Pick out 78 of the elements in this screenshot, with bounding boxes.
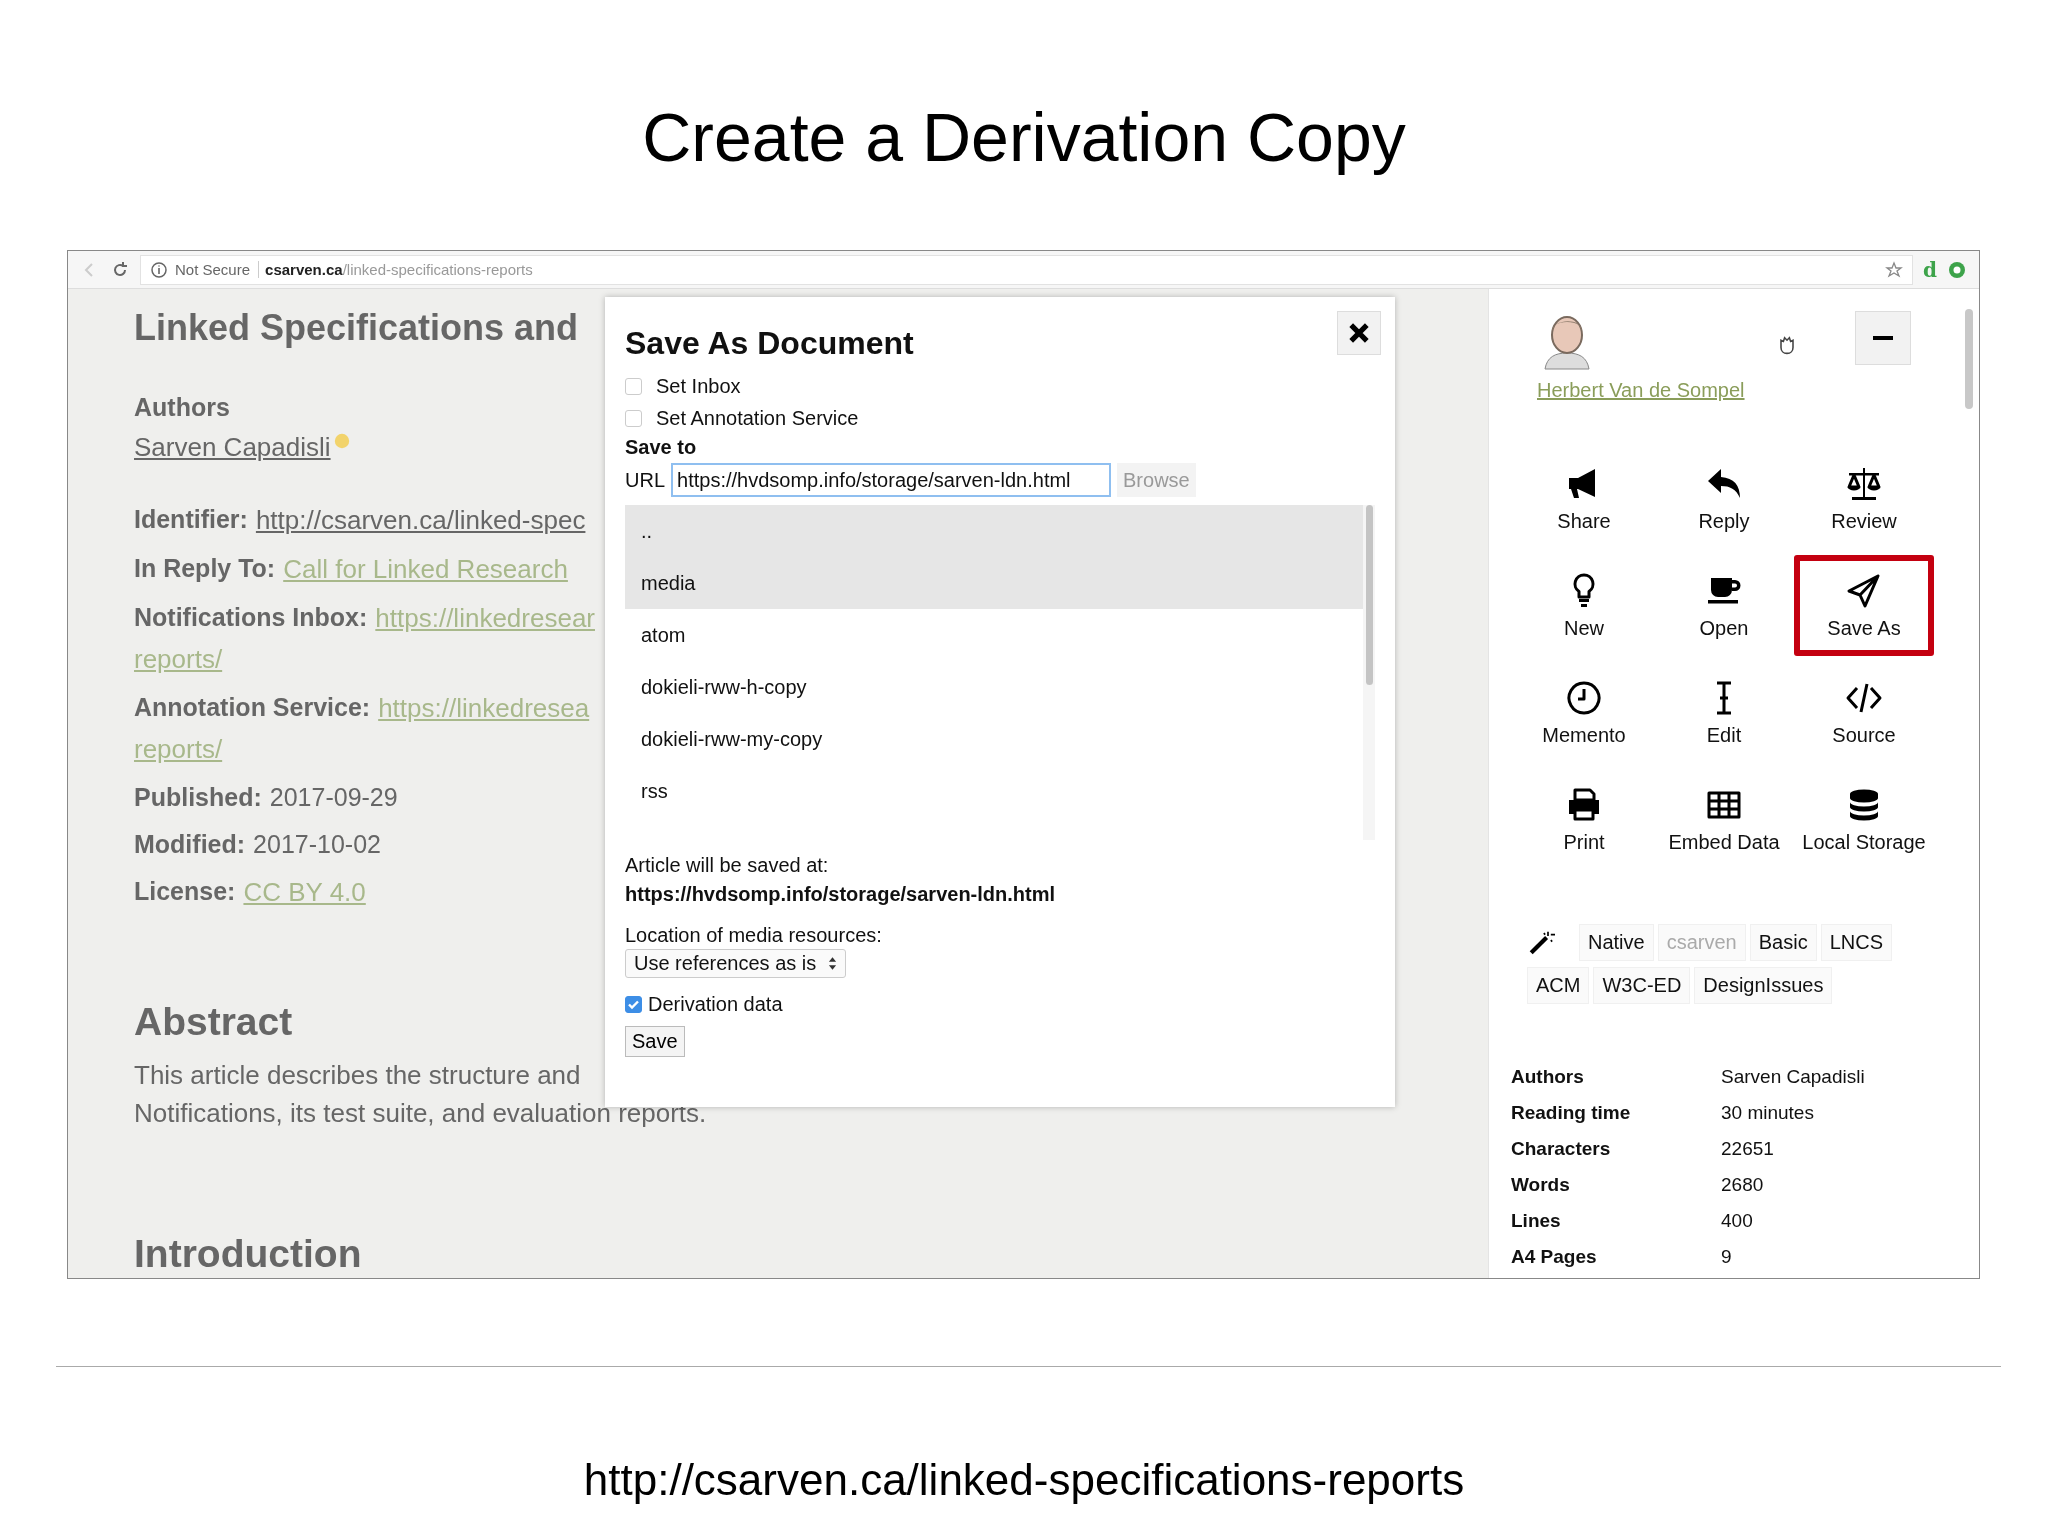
star-icon[interactable] <box>1884 259 1904 280</box>
abstract-text: This article describes the structure and <box>134 1059 581 1092</box>
checkbox[interactable] <box>625 409 642 427</box>
security-label: Not Secure <box>175 261 260 278</box>
saved-at-url: https://hvdsomp.info/storage/sarven-ldn.html <box>625 883 1057 906</box>
action-button[interactable]: Memento <box>1514 662 1654 763</box>
stat-value: 22651 <box>1721 1138 1775 1160</box>
up-down-arrows-icon <box>828 956 838 971</box>
action-button[interactable]: Embed Data <box>1654 769 1794 870</box>
field-label: Modified: <box>134 830 246 859</box>
document-title: Linked Specifications and <box>134 307 579 349</box>
style-option[interactable]: Basic <box>1749 924 1817 961</box>
section-label: Save to <box>625 436 698 459</box>
stat-label: Reading time <box>1511 1102 1632 1124</box>
stat-label: Authors <box>1511 1066 1585 1088</box>
field-label: Notifications Inbox: <box>134 603 368 633</box>
field-link[interactable]: http://csarven.ca/linked-spec <box>255 505 586 536</box>
scrollbar-thumb[interactable] <box>1365 505 1373 685</box>
url-field[interactable]: https://hvdsomp.info/storage/sarven-ldn.html <box>671 463 1111 497</box>
stat-label: A4 Pages <box>1511 1246 1598 1268</box>
style-option[interactable]: W3C-ED <box>1593 967 1691 1004</box>
collapse-button[interactable] <box>1854 311 1911 365</box>
style-option[interactable]: Native <box>1579 924 1654 961</box>
slide-title: Create a Derivation Copy <box>642 98 1406 176</box>
field-value: 2017-10-02 <box>253 830 381 859</box>
action-button[interactable]: Share <box>1514 448 1654 549</box>
style-option[interactable]: LNCS <box>1820 924 1892 961</box>
stat-value: Sarven Capadisli <box>1721 1066 1866 1088</box>
action-button[interactable]: Open <box>1654 555 1794 656</box>
field-label: Identifier: <box>134 505 248 535</box>
checkbox-label: Set Annotation Service <box>656 406 859 430</box>
folder-item[interactable]: .. <box>625 505 1363 557</box>
action-button[interactable]: Source <box>1794 662 1934 763</box>
field-label: Annotation Service: <box>134 693 371 723</box>
folder-item[interactable]: media <box>625 557 1363 609</box>
save-button[interactable]: Save <box>625 1026 685 1057</box>
style-option[interactable]: ACM <box>1527 967 1590 1004</box>
saved-at-label: Article will be saved at: <box>625 854 830 877</box>
close-button[interactable] <box>1337 311 1381 355</box>
authors-heading: Authors <box>134 393 230 422</box>
checkbox-label: Derivation data <box>648 992 783 1016</box>
media-select[interactable]: Use references as is <box>625 949 847 978</box>
checkbox[interactable] <box>625 377 642 395</box>
action-button[interactable]: Save As <box>1794 555 1934 656</box>
field-label: Published: <box>134 783 262 812</box>
page-url: csarven.ca/linked-specifications-reports <box>265 261 533 278</box>
url-label: URL <box>625 468 665 492</box>
stat-label: Words <box>1511 1174 1571 1196</box>
footer-url: http://csarven.ca/linked-specifications-reports <box>582 1455 1466 1505</box>
field-label: License: <box>134 877 236 907</box>
info-icon <box>149 259 169 280</box>
author-link[interactable]: Sarven Capadisli <box>134 432 331 463</box>
checkbox[interactable] <box>625 995 642 1013</box>
action-button[interactable]: Print <box>1514 769 1654 870</box>
stat-value: 400 <box>1721 1210 1754 1232</box>
field-value: 2017-09-29 <box>269 783 398 812</box>
action-button[interactable]: Reply <box>1654 448 1794 549</box>
sparkle-icon <box>332 432 351 450</box>
circle-icon[interactable] <box>1947 259 1967 280</box>
checkbox-label: Set Inbox <box>656 374 741 398</box>
section-heading: Abstract <box>134 1000 293 1044</box>
section-heading: Introduction <box>134 1232 362 1276</box>
stat-value: 30 minutes <box>1721 1102 1815 1124</box>
abstract-text: Notifications, its test suite, and evaluation reports. <box>134 1097 707 1130</box>
media-location-label: Location of media resources: <box>625 924 883 947</box>
dialog-title: Save As Document <box>625 325 914 362</box>
stat-value: 9 <box>1721 1246 1733 1268</box>
action-button[interactable]: Edit <box>1654 662 1794 763</box>
field-label: In Reply To: <box>134 554 276 584</box>
action-button[interactable]: New <box>1514 555 1654 656</box>
stat-label: Characters <box>1511 1138 1612 1160</box>
action-button[interactable]: Review <box>1794 448 1934 549</box>
stat-label: Lines <box>1511 1210 1562 1232</box>
stat-value: 2680 <box>1721 1174 1765 1196</box>
style-option[interactable]: DesignIssues <box>1694 967 1833 1004</box>
scrollbar-thumb[interactable] <box>1965 309 1973 409</box>
action-button[interactable]: Local Storage <box>1794 769 1934 870</box>
address-bar[interactable]: Not Secure csarven.ca/linked-specifications-reports <box>140 254 1913 285</box>
